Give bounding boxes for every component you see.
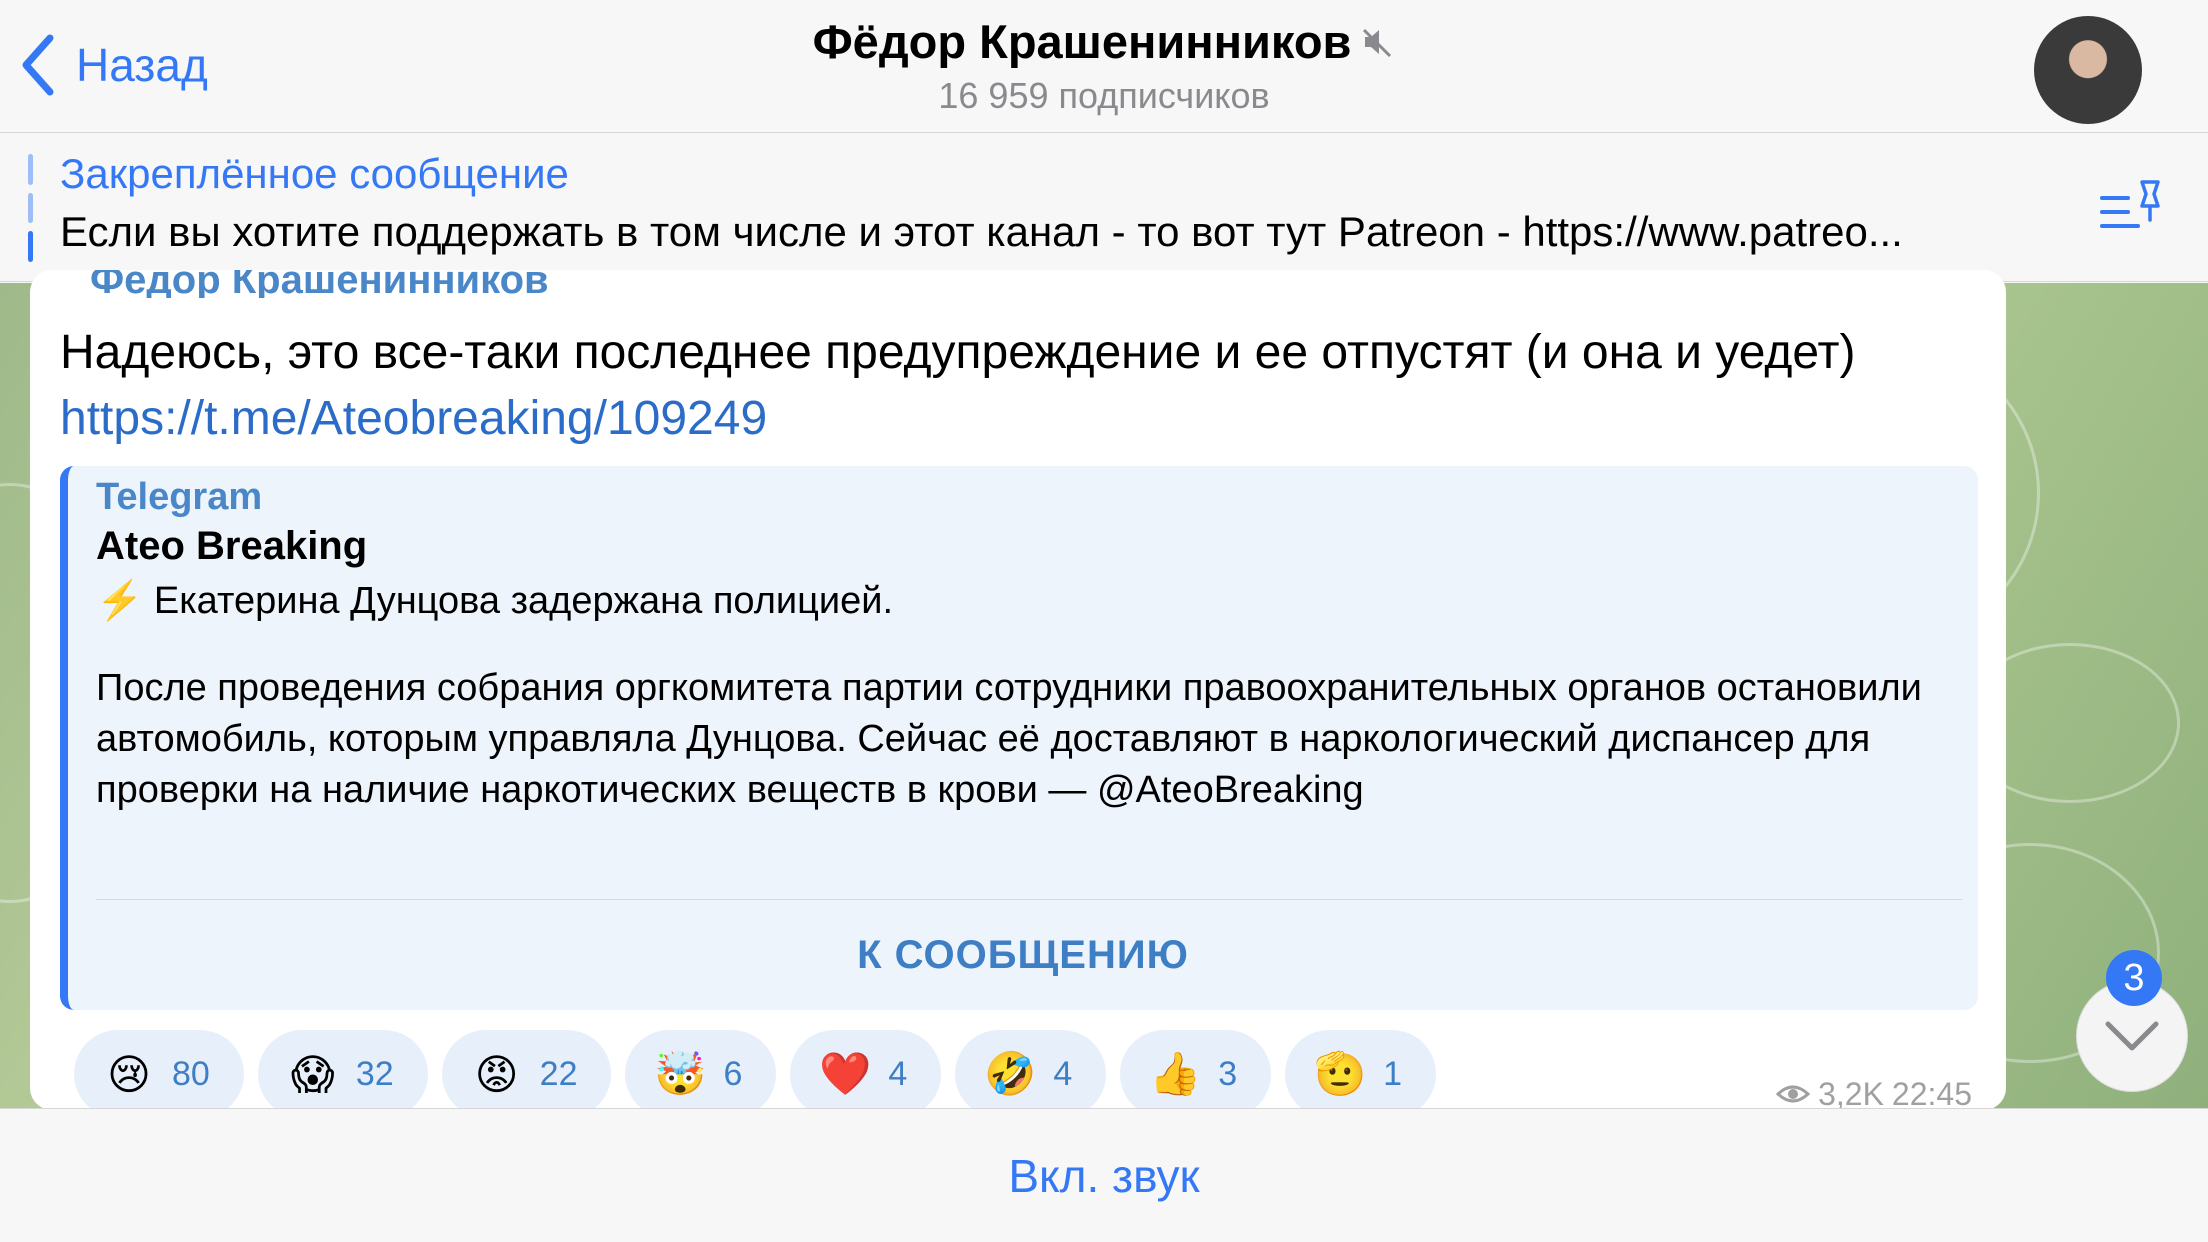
reaction-chip[interactable]: 😱 32	[257, 1030, 428, 1118]
bottom-bar: Вкл. звук	[0, 1108, 2208, 1242]
reaction-chip[interactable]: 😢 80	[74, 1030, 244, 1118]
preview-text: После проведения собрания оргкомитета па…	[96, 667, 1922, 811]
reaction-count: 80	[172, 1054, 210, 1093]
chat-header: Назад Фёдор Крашенинников 16 959 подписч…	[0, 0, 2208, 133]
pinned-message-bar[interactable]: Закреплённое сообщение Если вы хотите по…	[0, 134, 2208, 282]
reaction-emoji: 😡	[474, 1050, 519, 1098]
muted-icon	[1363, 28, 1392, 57]
reaction-chip[interactable]: 🤯 6	[625, 1030, 777, 1118]
reaction-count: 22	[539, 1054, 578, 1093]
open-message-button[interactable]: К СООБЩЕНИЮ	[68, 900, 1978, 1010]
message-body: Надеюсь, это все-таки последнее предупре…	[60, 326, 1856, 379]
chevron-down-icon	[2105, 1021, 2159, 1051]
reaction-emoji: 🤯	[654, 1049, 707, 1097]
reaction-emoji: 😱	[290, 1050, 335, 1098]
reaction-chip[interactable]: 👍 3	[1120, 1030, 1272, 1118]
pinned-text: Если вы хотите поддержать в том числе и …	[60, 208, 1903, 255]
preview-headline: ⚡️ Екатерина Дунцова задержана полицией.	[96, 580, 894, 622]
reaction-emoji: ❤️	[819, 1049, 872, 1097]
reaction-emoji: 😢	[107, 1050, 151, 1098]
pinned-title: Закреплённое сообщение	[60, 150, 569, 197]
reaction-count: 3	[1218, 1054, 1238, 1093]
reactions-row: 😢 80 😱 32 😡 22 🤯 6 ❤️ 4 🤣 4 👍 3 🫡 1	[74, 1030, 1437, 1120]
unmute-button[interactable]: Вкл. звук	[1008, 1149, 1199, 1203]
reaction-chip[interactable]: 🤣 4	[955, 1030, 1107, 1118]
reaction-count: 4	[1053, 1054, 1073, 1093]
message-link[interactable]: https://t.me/Ateobreaking/109249	[60, 392, 767, 445]
preview-title: Ateo Breaking	[96, 524, 368, 568]
reaction-count: 6	[723, 1054, 743, 1093]
reaction-chip[interactable]: 😡 22	[441, 1030, 612, 1118]
preview-site-name: Telegram	[96, 476, 263, 518]
subscriber-count: 16 959 подписчиков	[938, 75, 1270, 116]
reaction-count: 1	[1383, 1054, 1403, 1093]
view-count: 3,2K	[1818, 1080, 1884, 1108]
reaction-emoji: 🫡	[1314, 1049, 1367, 1097]
unread-badge: 3	[2106, 950, 2162, 1006]
message-time: 22:45	[1891, 1080, 1972, 1108]
message-sender[interactable]: Фёдор Крашенинников	[90, 270, 549, 298]
pinned-list-icon[interactable]	[2098, 176, 2164, 238]
reaction-emoji: 🤣	[984, 1049, 1037, 1097]
link-preview[interactable]: Telegram Ateo Breaking ⚡️ Екатерина Дунц…	[60, 466, 1978, 1010]
channel-title: Фёдор Крашенинников	[812, 15, 1352, 68]
reaction-count: 4	[888, 1054, 908, 1093]
message-text: Надеюсь, это все-таки последнее предупре…	[60, 320, 1940, 452]
reaction-emoji: 👍	[1149, 1049, 1202, 1097]
reaction-chip[interactable]: ❤️ 4	[790, 1030, 942, 1118]
eye-icon	[1776, 1085, 1811, 1103]
reaction-chip[interactable]: 🫡 1	[1285, 1030, 1437, 1118]
message-meta: 3,2K 22:45	[1776, 1080, 1972, 1108]
preview-body: ⚡️ Екатерина Дунцова задержана полицией.…	[96, 576, 1956, 816]
avatar[interactable]	[2034, 16, 2142, 124]
channel-title-block[interactable]: Фёдор Крашенинников 16 959 подписчиков	[0, 14, 2208, 117]
pinned-indicator	[28, 154, 33, 263]
reaction-count: 32	[355, 1054, 394, 1093]
